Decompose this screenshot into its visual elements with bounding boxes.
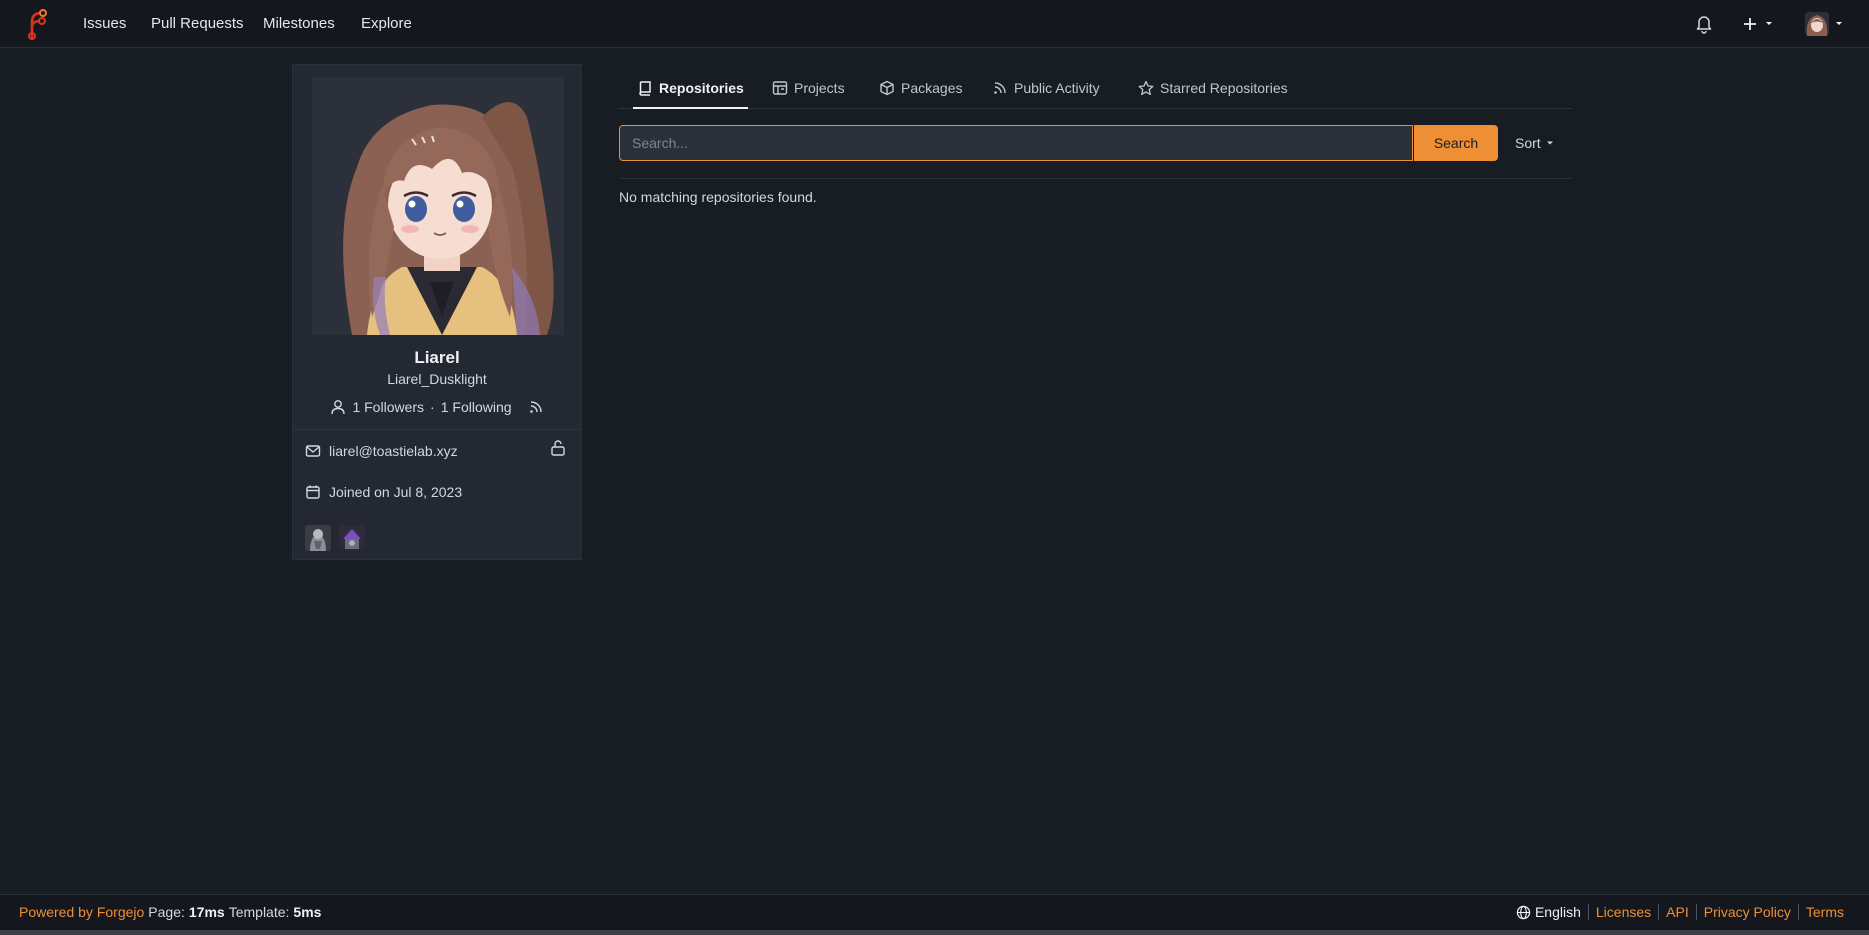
repo-search-input[interactable]	[619, 125, 1413, 161]
language-label: English	[1534, 904, 1581, 920]
joined-row: Joined on Jul 8, 2023	[305, 482, 462, 502]
profile-avatar[interactable]	[312, 77, 564, 335]
content-divider	[619, 178, 1572, 179]
email-row: liarel@toastielab.xyz	[305, 441, 458, 461]
sort-label: Sort	[1515, 135, 1541, 151]
tab-repositories[interactable]: Repositories	[633, 68, 748, 109]
nav-milestones[interactable]: Milestones	[263, 14, 335, 34]
powered-by-link[interactable]: Powered by Forgejo	[19, 904, 144, 920]
profile-display-name: Liarel	[414, 348, 460, 367]
footer-link-terms[interactable]: Terms	[1797, 904, 1844, 920]
forgejo-logo-icon[interactable]	[25, 8, 49, 40]
user-avatar	[1805, 12, 1843, 36]
caret-down-icon	[1546, 139, 1554, 147]
mail-icon	[305, 443, 321, 459]
search-button[interactable]: Search	[1414, 125, 1498, 161]
star-icon	[1138, 80, 1154, 96]
tab-packages[interactable]: Packages	[875, 68, 966, 108]
notifications-button[interactable]	[1694, 12, 1714, 36]
plus-icon	[1743, 12, 1775, 36]
follow-separator: ·	[430, 399, 435, 415]
top-navbar: Issues Pull Requests Milestones Explore	[0, 0, 1869, 48]
sort-dropdown[interactable]: Sort	[1515, 133, 1554, 153]
project-icon	[772, 80, 788, 96]
page-footer: Powered by Forgejo Page: 17ms Template: …	[0, 894, 1869, 930]
org-avatar[interactable]	[305, 525, 331, 551]
profile-card: Liarel Liarel_Dusklight 1 Followers · 1 …	[292, 64, 582, 560]
footer-links: English Licenses API Privacy Policy Term…	[1516, 904, 1844, 920]
footer-link-privacy-policy[interactable]: Privacy Policy	[1695, 904, 1798, 920]
tab-label: Projects	[794, 80, 845, 96]
joined-date: Joined on Jul 8, 2023	[329, 484, 463, 500]
nav-issues[interactable]: Issues	[83, 14, 126, 34]
page-label: Page:	[148, 904, 185, 920]
unlock-icon[interactable]	[550, 439, 566, 457]
tab-label: Public Activity	[1014, 80, 1100, 96]
follow-stats: 1 Followers · 1 Following	[293, 397, 581, 417]
tab-label: Starred Repositories	[1160, 80, 1288, 96]
bell-icon	[1694, 12, 1714, 36]
profile-tabs: Repositories Projects Packages Public Ac…	[619, 68, 1572, 109]
followers-link[interactable]: 1 Followers	[352, 399, 424, 415]
tab-label: Packages	[901, 80, 963, 96]
following-link[interactable]: 1 Following	[441, 399, 512, 415]
user-menu-button[interactable]	[1805, 12, 1843, 36]
nav-explore[interactable]: Explore	[361, 14, 412, 34]
page-time: 17ms	[188, 904, 225, 920]
repo-icon	[637, 80, 653, 96]
footer-info: Powered by Forgejo Page: 17ms Template: …	[19, 904, 321, 920]
globe-icon	[1516, 905, 1531, 920]
empty-repos-message: No matching repositories found.	[619, 189, 817, 205]
tab-starred-repositories[interactable]: Starred Repositories	[1134, 68, 1292, 108]
tab-projects[interactable]: Projects	[768, 68, 849, 108]
nav-pull-requests[interactable]: Pull Requests	[151, 14, 244, 34]
tab-label: Repositories	[659, 79, 744, 96]
template-label: Template:	[228, 904, 290, 920]
calendar-icon	[305, 484, 321, 500]
card-divider	[293, 429, 581, 430]
package-icon	[879, 80, 895, 96]
footer-link-licenses[interactable]: Licenses	[1587, 904, 1658, 920]
profile-username: Liarel_Dusklight	[387, 371, 487, 387]
profile-email[interactable]: liarel@toastielab.xyz	[329, 443, 458, 459]
create-menu-button[interactable]	[1743, 12, 1775, 36]
rss-icon	[992, 80, 1008, 96]
language-selector[interactable]: English	[1516, 904, 1588, 920]
person-icon	[330, 399, 346, 415]
window-bottom-edge	[0, 930, 1869, 935]
rss-icon[interactable]	[528, 399, 544, 415]
tab-public-activity[interactable]: Public Activity	[988, 68, 1104, 108]
template-time: 5ms	[293, 904, 322, 920]
footer-link-api[interactable]: API	[1658, 904, 1696, 920]
org-avatar[interactable]	[339, 525, 365, 551]
